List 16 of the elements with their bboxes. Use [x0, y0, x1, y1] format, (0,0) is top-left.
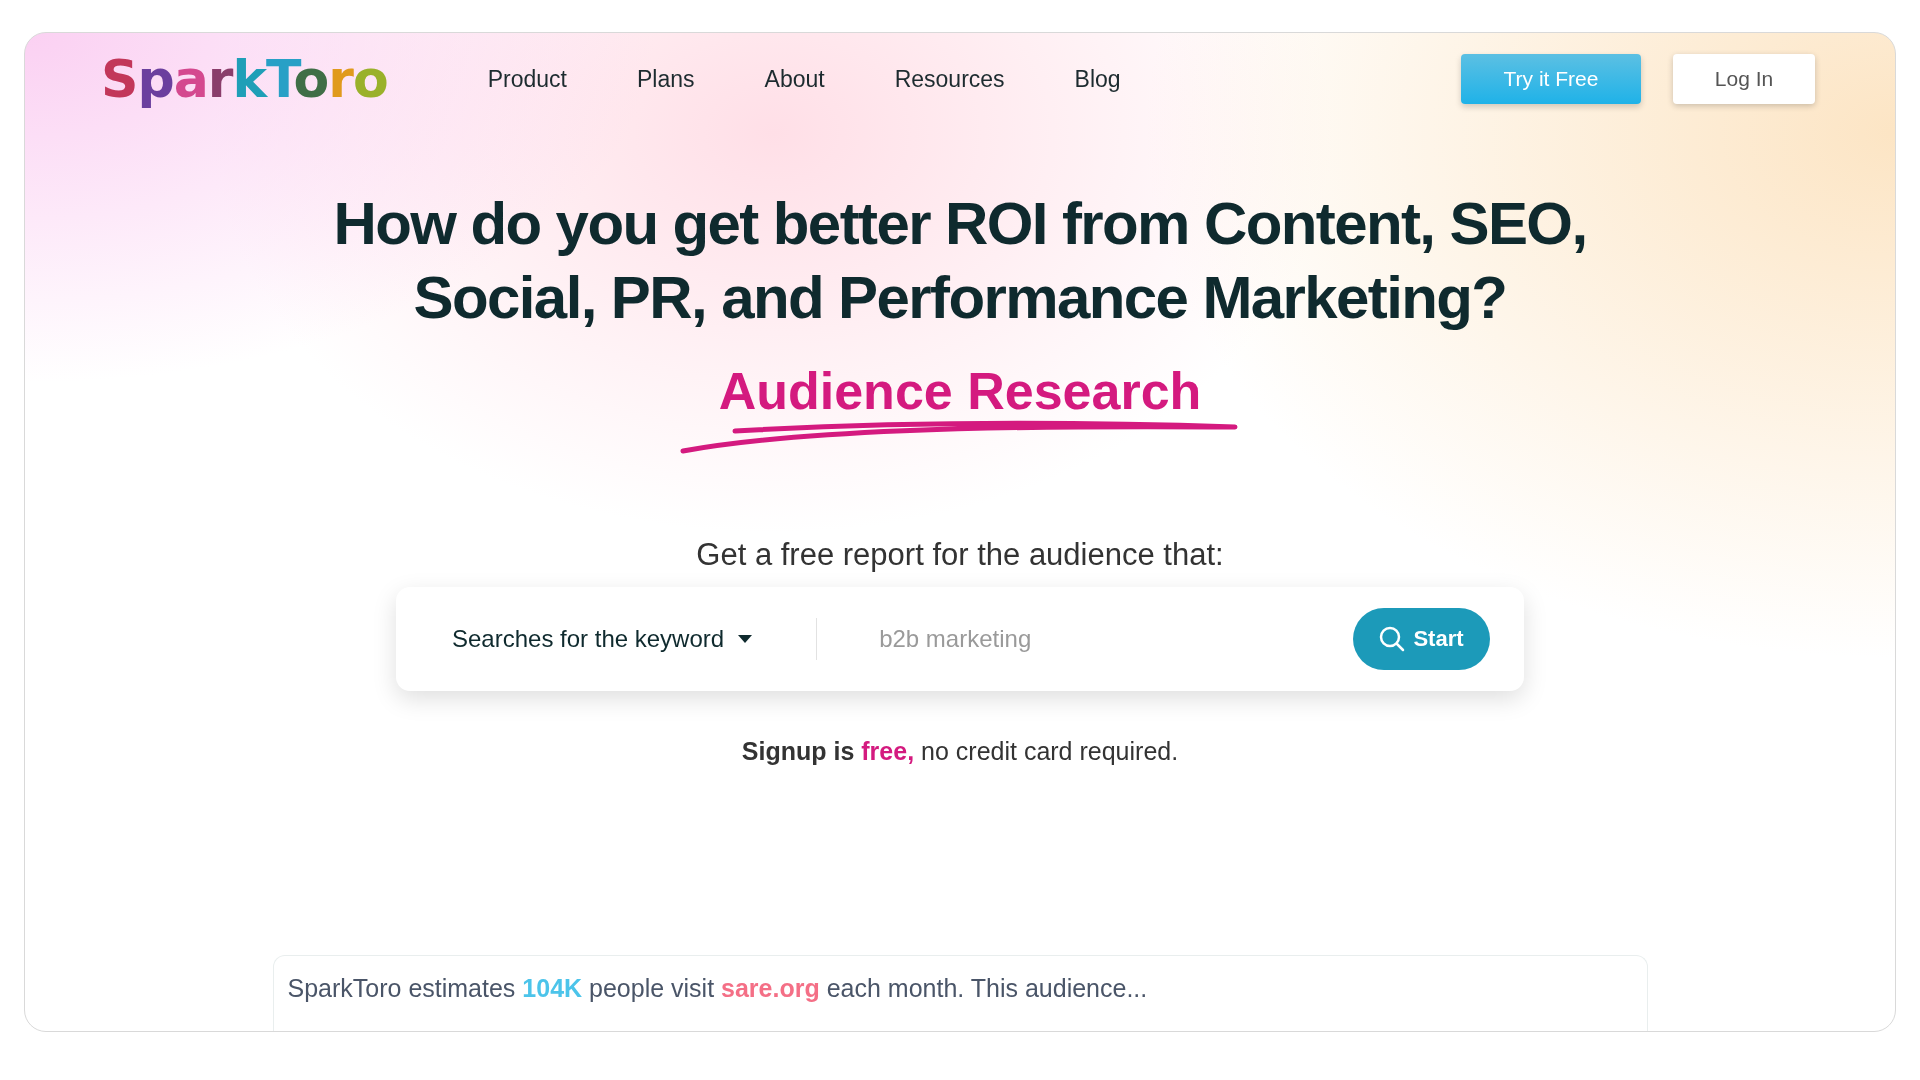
audience-estimate: SparkToro estimates 104K people visit sare.org each month. This audience...	[287, 974, 1149, 1003]
nav-link[interactable]: Plans	[637, 65, 695, 93]
nav-link[interactable]: Resources	[894, 65, 1005, 93]
logo[interactable]: SparkToro	[101, 49, 388, 109]
caret-icon	[738, 635, 753, 643]
login-button[interactable]: Log In	[1673, 54, 1815, 104]
signup-note: Signup is free, no credit card required.	[741, 737, 1179, 766]
highlight-title: Audience Research	[718, 361, 1202, 421]
prompt-text: Get a free report for the audience that:	[696, 537, 1224, 573]
nav-link[interactable]: About	[764, 65, 825, 93]
headline: How do you get better ROI from Content, SEO, Social, PR, and Performance Marketing?	[333, 189, 1587, 333]
nav-link[interactable]: Blog	[1074, 65, 1121, 93]
nav-link[interactable]: Product	[487, 65, 567, 93]
search-icon	[1379, 626, 1406, 652]
mode-dropdown[interactable]: Searches for the keyword	[452, 625, 753, 653]
keyword-input[interactable]: b2b marketing	[877, 624, 1353, 654]
